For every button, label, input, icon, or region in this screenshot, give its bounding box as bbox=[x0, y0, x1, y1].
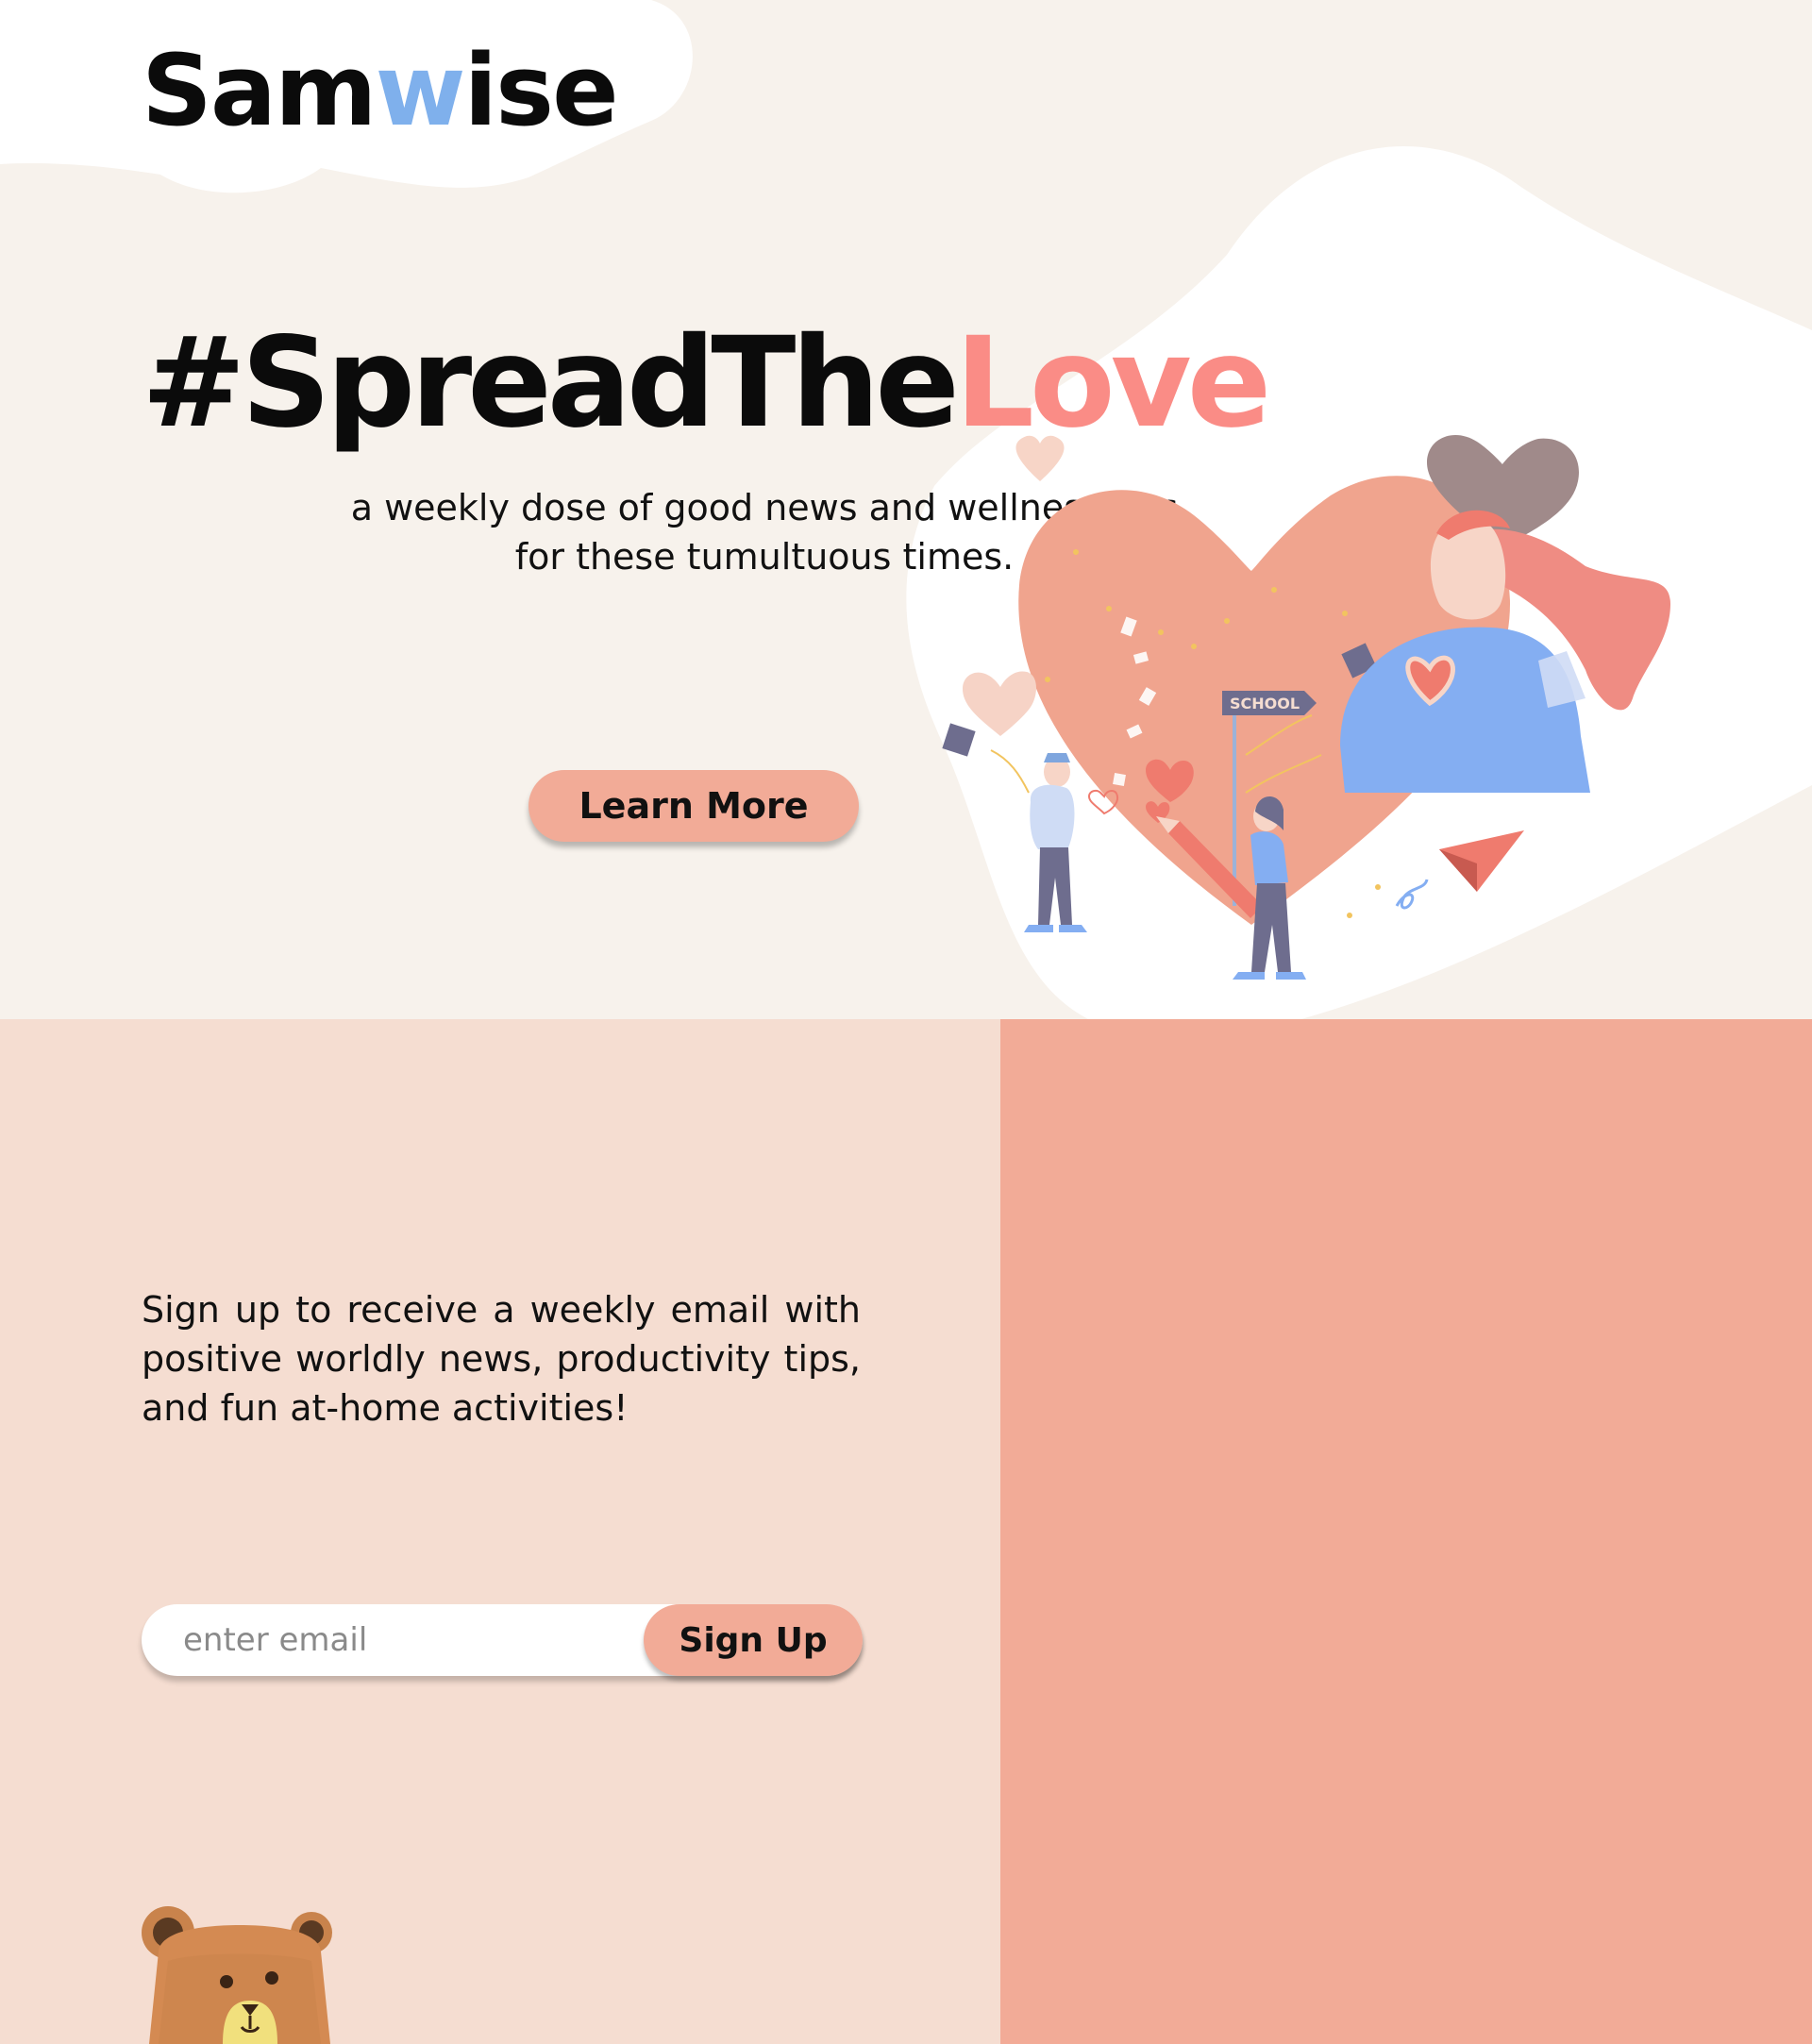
email-signup-form: Sign Up bbox=[142, 1604, 863, 1676]
school-sign-text: SCHOOL bbox=[1230, 695, 1300, 712]
right-color-panel bbox=[1000, 1019, 1812, 2044]
square-decoration bbox=[942, 723, 976, 757]
logo-text-prefix: Sam bbox=[142, 33, 377, 148]
bear-mascot-icon bbox=[142, 1906, 332, 2044]
paper-plane-icon bbox=[1439, 830, 1524, 892]
headline-main: #SpreadThe bbox=[142, 310, 960, 456]
sign-up-button[interactable]: Sign Up bbox=[644, 1604, 863, 1676]
signup-description: Sign up to receive a weekly email with p… bbox=[142, 1289, 861, 1429]
logo-text-accent: w bbox=[375, 33, 465, 148]
hero-section: Samwise #SpreadTheLove a weekly dose of … bbox=[0, 0, 1812, 1019]
heart-people-illustration: SCHOOL bbox=[942, 434, 1670, 980]
squiggle-decoration bbox=[1395, 879, 1429, 910]
email-input[interactable] bbox=[142, 1604, 642, 1676]
logo-text-suffix: ise bbox=[463, 33, 619, 148]
signup-panel bbox=[0, 1019, 1000, 2044]
learn-more-button[interactable]: Learn More bbox=[528, 770, 859, 842]
small-pale-heart-icon bbox=[1015, 435, 1065, 481]
samwise-logo[interactable]: Samwise bbox=[142, 42, 619, 140]
pale-heart-icon bbox=[963, 671, 1036, 736]
